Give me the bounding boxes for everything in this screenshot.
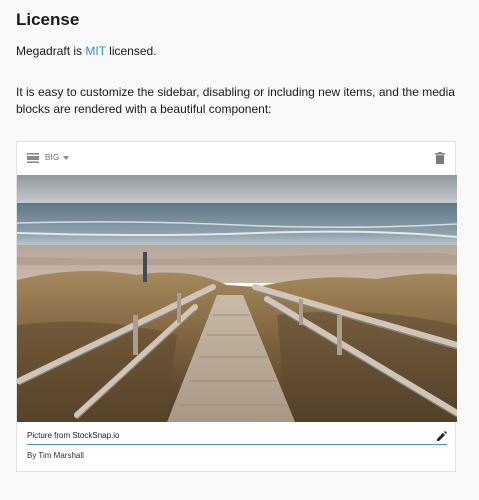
size-dropdown[interactable]: BIG (45, 153, 59, 162)
media-block: BIG Picture from StockSnap.io By Tim Mar… (16, 141, 457, 472)
license-paragraph: Megadraft is MIT licensed. (16, 44, 157, 58)
chevron-down-icon[interactable] (63, 156, 69, 160)
credit-input[interactable]: By Tim Marshall (27, 451, 84, 460)
section-heading: License (16, 10, 80, 29)
trash-icon[interactable] (435, 152, 445, 164)
caption-underline (27, 444, 447, 445)
image-size-icon[interactable] (27, 153, 39, 163)
description-paragraph: It is easy to customize the sidebar, dis… (16, 85, 455, 116)
media-toolbar: BIG (17, 142, 455, 175)
license-suffix: licensed. (105, 44, 157, 58)
caption-input[interactable]: Picture from StockSnap.io (27, 431, 119, 440)
license-prefix: Megadraft is (16, 44, 86, 58)
mit-link[interactable]: MIT (85, 44, 105, 58)
beach-photo (17, 175, 457, 422)
pencil-icon[interactable] (437, 431, 447, 441)
